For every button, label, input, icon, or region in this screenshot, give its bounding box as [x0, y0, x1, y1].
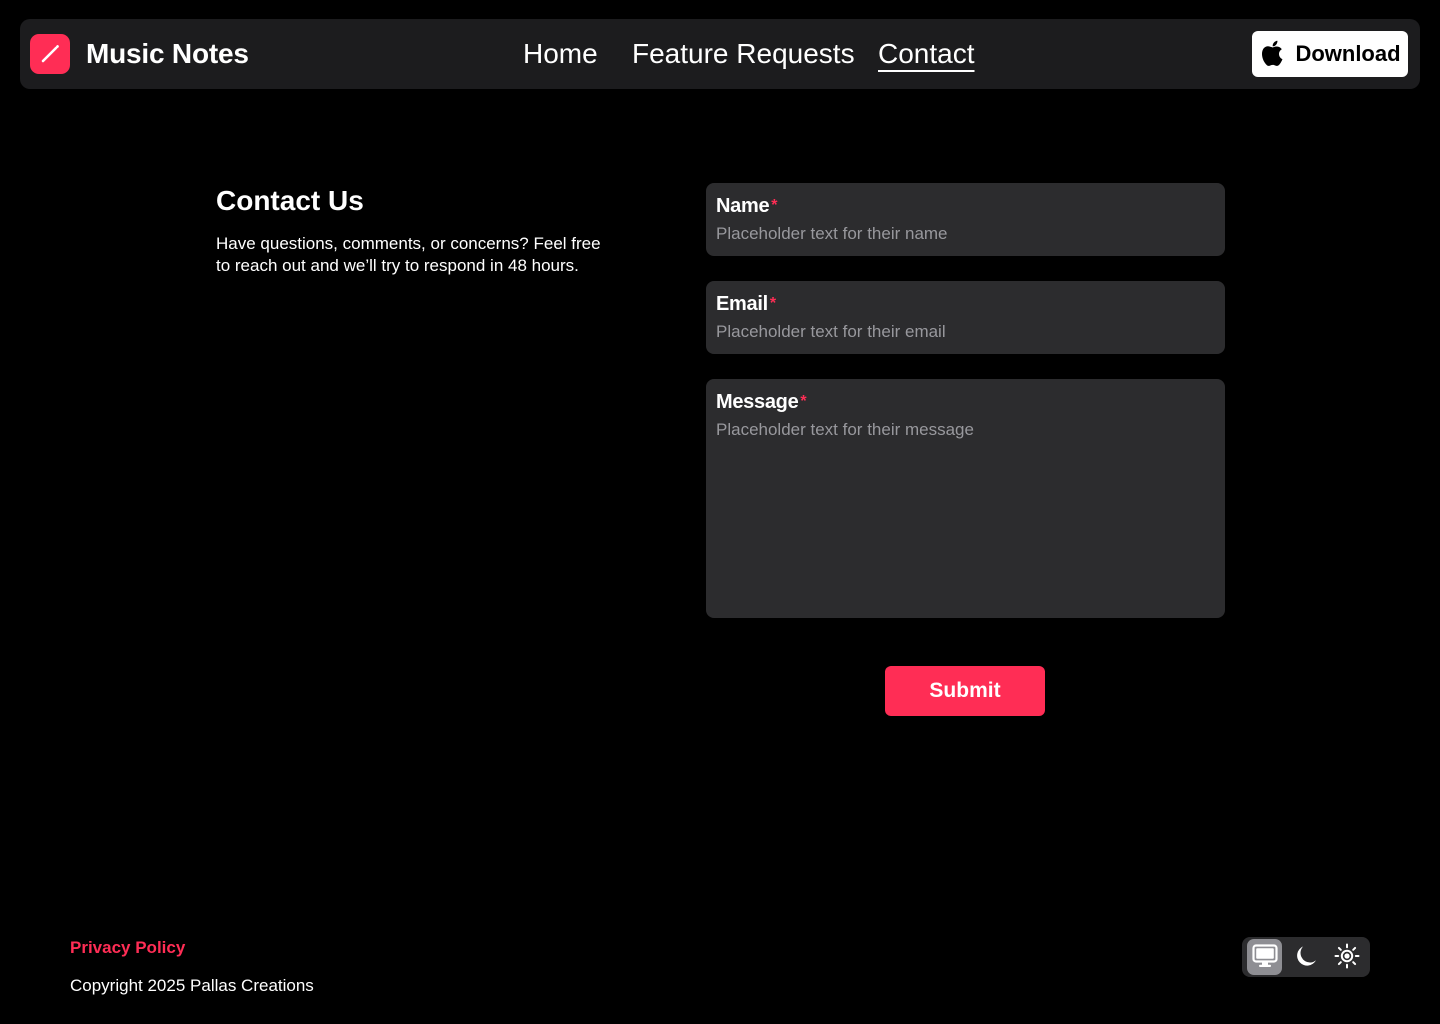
download-button-label: Download: [1295, 41, 1401, 66]
privacy-policy-link[interactable]: Privacy Policy: [70, 937, 185, 959]
name-label: Name *: [716, 193, 1215, 219]
name-field-group: Name *: [706, 183, 1225, 256]
email-label-text: Email: [716, 293, 768, 315]
intro-description: Have questions, comments, or concerns? F…: [216, 234, 601, 275]
apple-icon: [1259, 39, 1285, 69]
email-label: Email *: [716, 291, 1215, 317]
required-asterisk: *: [769, 295, 776, 312]
theme-system-button[interactable]: [1247, 939, 1283, 975]
monitor-icon: [1252, 943, 1278, 971]
email-field-group: Email *: [706, 281, 1225, 354]
submit-button[interactable]: Submit: [885, 666, 1045, 716]
required-asterisk: *: [800, 393, 807, 410]
message-label: Message *: [716, 389, 1215, 415]
name-label-text: Name: [716, 195, 770, 217]
nav-contact-link[interactable]: Contact: [878, 38, 975, 70]
message-field-group: Message *: [706, 379, 1225, 618]
page-title: Contact Us: [216, 185, 364, 216]
required-asterisk: *: [771, 197, 778, 214]
download-button[interactable]: Download: [1252, 31, 1408, 77]
theme-switcher: [1242, 937, 1370, 977]
top-navbar: Music Notes Home Feature Requests Contac…: [20, 19, 1420, 89]
moon-icon: [1293, 943, 1319, 972]
copyright-text: Copyright 2025 Pallas Creations: [70, 976, 314, 995]
nav-home-link[interactable]: Home: [523, 38, 598, 70]
name-input[interactable]: [716, 223, 1215, 245]
nav-feature-requests-link[interactable]: Feature Requests: [632, 38, 855, 70]
theme-light-button[interactable]: [1330, 939, 1365, 975]
brand-name: Music Notes: [86, 38, 249, 69]
email-input[interactable]: [716, 321, 1215, 343]
message-label-text: Message: [716, 391, 799, 413]
message-textarea[interactable]: [716, 419, 1215, 599]
sun-icon: [1334, 943, 1360, 972]
brand-home-link[interactable]: Music Notes: [30, 34, 249, 74]
theme-dark-button[interactable]: [1288, 939, 1323, 975]
pencil-icon: [30, 34, 70, 74]
